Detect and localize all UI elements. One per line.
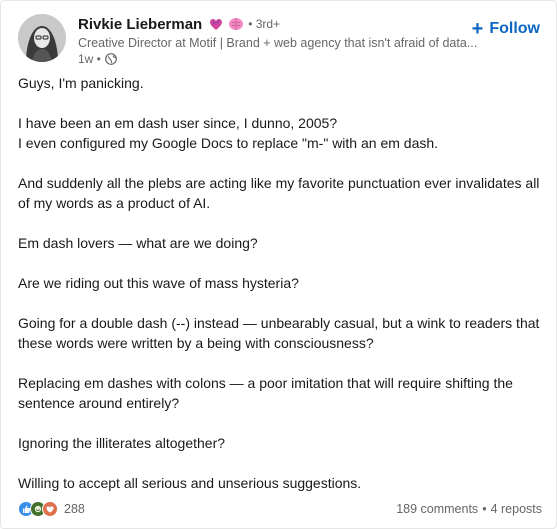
follow-label: Follow [489, 20, 540, 37]
post-paragraph: And suddenly all the plebs are acting li… [18, 175, 540, 211]
author-name[interactable]: Rivkie Lieberman [78, 16, 202, 33]
post-header: Rivkie Lieberman • 3rd+ Creative Directo… [18, 14, 544, 66]
reposts-count[interactable]: 4 reposts [491, 502, 542, 516]
post-paragraph: Guys, I'm panicking. [18, 75, 144, 91]
comments-count[interactable]: 189 comments [396, 502, 478, 516]
post-paragraph: Replacing em dashes with colons — a poor… [18, 375, 513, 411]
love-reaction-icon [42, 501, 58, 517]
connection-degree: • 3rd+ [248, 17, 281, 31]
post-body: Guys, I'm panicking. I have been an em d… [18, 73, 548, 513]
reaction-count: 288 [64, 502, 85, 516]
plus-icon: + [471, 18, 484, 40]
author-headline: Creative Director at Motif | Brand + web… [78, 36, 478, 50]
follow-button[interactable]: + Follow [471, 18, 540, 40]
avatar[interactable] [18, 14, 66, 62]
post-paragraph: I have been an em dash user since, I dun… [18, 113, 548, 153]
post-paragraph: Going for a double dash (--) instead — u… [18, 315, 540, 351]
post-paragraph: Ignoring the illiterates altogether? [18, 435, 226, 451]
post-line: I have been an em dash user since, I dun… [18, 115, 338, 131]
brain-badge-icon [228, 16, 244, 32]
post-paragraph: Em dash lovers — what are we doing? [18, 235, 258, 251]
engagement-stats: 189 comments • 4 reposts [396, 502, 542, 516]
reactions-summary[interactable]: 288 [18, 501, 85, 517]
stats-separator: • [482, 502, 487, 516]
post-card: Rivkie Lieberman • 3rd+ Creative Directo… [0, 0, 557, 529]
post-paragraph: Are we riding out this wave of mass hyst… [18, 275, 299, 291]
heart-badge-icon [208, 16, 224, 32]
globe-icon [104, 53, 117, 65]
reaction-icons [18, 501, 58, 517]
social-counts: 288 189 comments • 4 reposts [18, 499, 542, 519]
avatar-image [18, 14, 66, 62]
post-line: I even configured my Google Docs to repl… [18, 135, 439, 151]
post-paragraph: Willing to accept all serious and unseri… [18, 475, 362, 491]
author-meta: Rivkie Lieberman • 3rd+ Creative Directo… [78, 14, 477, 67]
post-time: 1w • [78, 52, 101, 66]
